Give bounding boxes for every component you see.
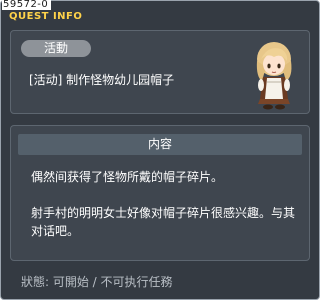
npc-portrait-icon [256,42,292,110]
description-paragraph: 射手村的明明女士好像对帽子碎片很感兴趣。与其对话吧。 [31,206,296,238]
window-title: QUEST INFO [9,11,83,22]
quest-status: 狀態: 可開始 / 不可执行任務 [21,275,173,289]
description-paragraph: 偶然间获得了怪物所戴的帽子碎片。 [31,170,224,184]
quest-name: [活动] 制作怪物幼儿园帽子 [29,73,175,87]
content-header: 内容 [18,134,302,155]
quest-category-badge: 活動 [21,40,91,57]
quest-id-label: 59572-0 [2,0,52,10]
quest-content-panel: 内容 偶然间获得了怪物所戴的帽子碎片。 射手村的明明女士好像对帽子碎片很感兴趣。… [10,125,310,261]
quest-summary-panel: 活動 [活动] 制作怪物幼儿园帽子 [10,30,310,114]
quest-info-window: QUEST INFO 活動 [活动] 制作怪物幼儿园帽子 内容 偶然间获得了怪物… [0,0,320,300]
quest-description: 偶然间获得了怪物所戴的帽子碎片。 射手村的明明女士好像对帽子碎片很感兴趣。与其对… [31,168,299,258]
